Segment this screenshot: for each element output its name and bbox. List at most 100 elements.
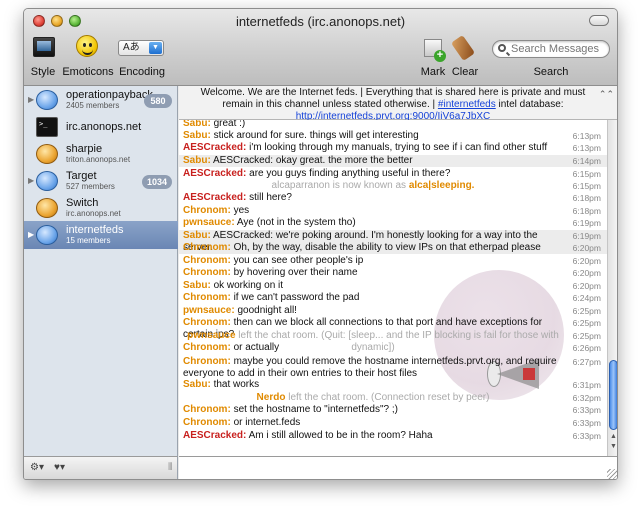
message-nick[interactable]: Sabu:: [183, 280, 211, 291]
collapse-topic-icon[interactable]: ⌃⌃: [599, 88, 614, 100]
sidebar-item-sub: 2405 members: [66, 101, 120, 110]
message-nick[interactable]: pwnsauce: [187, 330, 235, 341]
chat-message: AESCracked: still here? 6:18pm: [179, 192, 607, 204]
chat-message: Chronom: if we can't password the pad 6:2…: [179, 292, 607, 304]
sidebar-item-name: sharpie: [66, 143, 103, 155]
sidebar-item-internetfeds[interactable]: ▶ internetfeds 15 members: [24, 221, 178, 249]
message-nick[interactable]: pwnsauce:: [183, 217, 235, 228]
encoding-select[interactable]: Aあ ▼: [118, 40, 164, 56]
message-nick[interactable]: Chronom:: [183, 342, 231, 353]
message-nick[interactable]: Chronom:: [183, 417, 231, 428]
message-nick[interactable]: AESCracked:: [183, 142, 246, 153]
disclosure-triangle-icon[interactable]: ▶: [28, 95, 34, 104]
chat-bubble-icon: [36, 171, 58, 191]
message-text: Am i still allowed to be in the room? Ha…: [248, 430, 433, 441]
message-timestamp: 6:18pm: [572, 193, 601, 203]
message-nick[interactable]: Chronom:: [183, 317, 231, 328]
message-text: or internet.feds: [233, 417, 301, 428]
message-text: maybe you could remove the hostname inte…: [183, 356, 557, 379]
message-nick[interactable]: AESCracked:: [183, 192, 246, 203]
unread-badge: 1034: [141, 175, 172, 189]
terminal-icon: [36, 117, 58, 137]
chat-message: Chronom: yes 6:18pm: [179, 205, 607, 217]
message-timestamp: 6:31pm: [572, 380, 601, 390]
chat-message: pwnsauce: goodnight all! 6:25pm: [179, 305, 607, 317]
message-text: goodnight all!: [237, 305, 297, 316]
sidebar-item-name: operationpayback: [66, 89, 153, 101]
message-timestamp: 6:20pm: [572, 243, 601, 253]
message-timestamp: 6:32pm: [572, 393, 601, 403]
chat-message: pwnsauce: Aye (not in the system tho) 6:1…: [179, 217, 607, 229]
chat-message: Sabu: that works 6:31pm: [179, 379, 607, 391]
search-icon: [498, 44, 506, 52]
message-text: set the hostname to "internetfeds"? ;): [233, 404, 398, 415]
sidebar-item-sharpie[interactable]: sharpie triton.anonops.net: [24, 140, 178, 168]
message-nick[interactable]: Sabu:: [183, 379, 211, 390]
message-nick[interactable]: Chronom:: [183, 255, 231, 266]
message-nick[interactable]: Sabu:: [183, 130, 211, 141]
status-text: left the chat room. (Connection reset by…: [288, 392, 490, 403]
topic-text-2: intel database:: [498, 99, 564, 110]
message-text: if we can't password the pad: [233, 292, 360, 303]
sidebar-item-switch[interactable]: Switch irc.anonops.net: [24, 194, 178, 222]
message-nick[interactable]: pwnsauce:: [183, 305, 235, 316]
chat-message: AESCracked: i'm looking through my manua…: [179, 142, 607, 154]
gear-icon[interactable]: ⚙▾: [30, 462, 44, 473]
message-nick[interactable]: alca|sleeping.: [409, 180, 475, 191]
message-text: you can see other people's ip: [233, 255, 364, 266]
message-timestamp: 6:25pm: [572, 318, 601, 328]
message-nick[interactable]: Sabu:: [183, 155, 211, 166]
sidebar-item-target[interactable]: ▶ Target 527 members 1034: [24, 167, 178, 195]
disclosure-triangle-icon[interactable]: ▶: [28, 230, 34, 239]
toolbar-toggle-button[interactable]: [589, 15, 609, 26]
search-field[interactable]: [492, 40, 610, 58]
scroll-up-arrow-icon[interactable]: ▲: [610, 433, 617, 440]
message-nick[interactable]: Nerdo: [257, 392, 286, 403]
sidebar-item-sub: irc.anonops.net: [66, 209, 121, 218]
message-nick[interactable]: Sabu:: [183, 230, 211, 241]
heart-icon[interactable]: ♥▾: [54, 462, 65, 473]
chat-message: AESCracked: Am i still allowed to be in …: [179, 430, 607, 442]
message-timestamp: 6:33pm: [572, 431, 601, 441]
message-nick[interactable]: Sabu:: [183, 120, 211, 129]
message-text: i'm looking through my manuals, trying t…: [249, 142, 548, 153]
message-input[interactable]: [183, 460, 593, 478]
search-input[interactable]: [511, 42, 605, 56]
resize-grip-icon[interactable]: [607, 469, 617, 479]
chat-message: Sabu: ok working on it 6:20pm: [179, 280, 607, 292]
message-text: or actually: [233, 342, 280, 353]
status-message: alcaparranon is now known as alca|sleepi…: [179, 180, 607, 192]
message-nick[interactable]: Chronom:: [183, 404, 231, 415]
disclosure-triangle-icon[interactable]: ▶: [28, 176, 34, 185]
message-text: are you guys finding anything useful in …: [249, 168, 451, 179]
sidebar-item-irc-anonops-net[interactable]: irc.anonops.net: [24, 113, 178, 141]
message-nick[interactable]: Chronom:: [183, 292, 231, 303]
message-nick[interactable]: Chronom:: [183, 267, 231, 278]
message-text: that works: [213, 379, 260, 390]
scroll-down-arrow-icon[interactable]: ▼: [610, 443, 617, 450]
channel-link[interactable]: #internetfeds: [438, 99, 496, 110]
message-text: Aye (not in the system tho): [236, 217, 356, 228]
message-nick[interactable]: Chronom:: [183, 205, 231, 216]
sidebar-item-sub: 527 members: [66, 182, 115, 191]
message-timestamp: 6:33pm: [572, 405, 601, 415]
chat-message: Sabu: stick around for sure. things will…: [179, 130, 607, 142]
split-resize-handle[interactable]: ⦀: [168, 462, 172, 473]
search-label: Search: [533, 66, 569, 78]
chat-bubble-icon: [36, 225, 58, 245]
message-nick[interactable]: AESCracked:: [183, 168, 246, 179]
broom-icon: [450, 34, 476, 62]
status-text: alcaparranon is now known as: [271, 180, 407, 191]
message-nick[interactable]: Chronom:: [183, 242, 231, 253]
chat-message: Chronom: by hovering over their name 6:20…: [179, 267, 607, 279]
sidebar-item-operationpayback[interactable]: ▶ operationpayback 2405 members 580: [24, 86, 178, 114]
chat-scrollbar[interactable]: ▲ ▼: [607, 120, 617, 456]
message-timestamp: 6:19pm: [572, 218, 601, 228]
message-nick[interactable]: AESCracked:: [183, 430, 246, 441]
chat-message: Chronom: or actually 6:26pm: [179, 342, 607, 354]
sidebar-item-name: Target: [66, 170, 97, 182]
message-timestamp: 6:13pm: [572, 143, 601, 153]
chat-message: Sabu: AESCracked: okay great. the more t…: [179, 155, 607, 167]
scroll-thumb[interactable]: [609, 360, 617, 430]
message-nick[interactable]: Chronom:: [183, 356, 231, 367]
